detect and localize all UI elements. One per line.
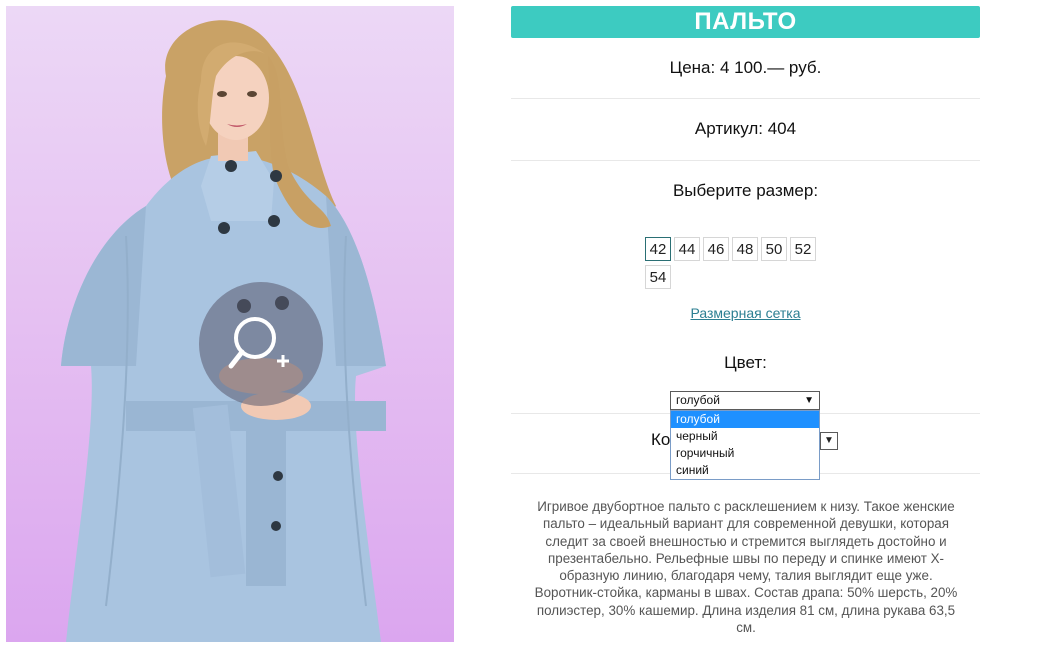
price: Цена: 4 100.— руб. <box>669 58 822 77</box>
article-number: Артикул: 404 <box>694 119 797 138</box>
divider <box>511 98 980 99</box>
size-selector: 42 44 46 48 50 52 54 <box>645 237 835 289</box>
size-chart-link[interactable]: Размерная сетка <box>511 305 980 321</box>
product-photo[interactable] <box>6 6 454 642</box>
zoom-overlay[interactable] <box>199 282 323 406</box>
size-option[interactable]: 48 <box>732 237 758 261</box>
color-option[interactable]: синий <box>671 462 819 479</box>
color-select[interactable]: голубой ▼ <box>670 391 820 410</box>
color-option[interactable]: горчичный <box>671 445 819 462</box>
color-dropdown-list: голубой черный горчичный синий <box>670 410 820 480</box>
size-option[interactable]: 50 <box>761 237 787 261</box>
quantity-label: Ко <box>651 430 671 449</box>
color-select-value: голубой <box>676 393 720 407</box>
size-option[interactable]: 46 <box>703 237 729 261</box>
zoom-in-icon <box>228 317 289 369</box>
product-title: ПАЛЬТО <box>511 6 980 38</box>
quantity-select[interactable]: ▼ <box>820 432 838 450</box>
color-option[interactable]: голубой <box>671 411 819 428</box>
color-label: Цвет: <box>724 353 767 372</box>
chevron-down-icon: ▼ <box>804 395 814 406</box>
product-description: Игривое двубортное пальто с расклешением… <box>534 499 958 636</box>
size-option[interactable]: 54 <box>645 265 671 289</box>
chevron-down-icon: ▼ <box>824 435 834 446</box>
size-option[interactable]: 44 <box>674 237 700 261</box>
size-prompt: Выберите размер: <box>672 181 819 200</box>
size-option[interactable]: 52 <box>790 237 816 261</box>
divider <box>511 160 980 161</box>
size-option[interactable]: 42 <box>645 237 671 261</box>
color-option[interactable]: черный <box>671 428 819 445</box>
